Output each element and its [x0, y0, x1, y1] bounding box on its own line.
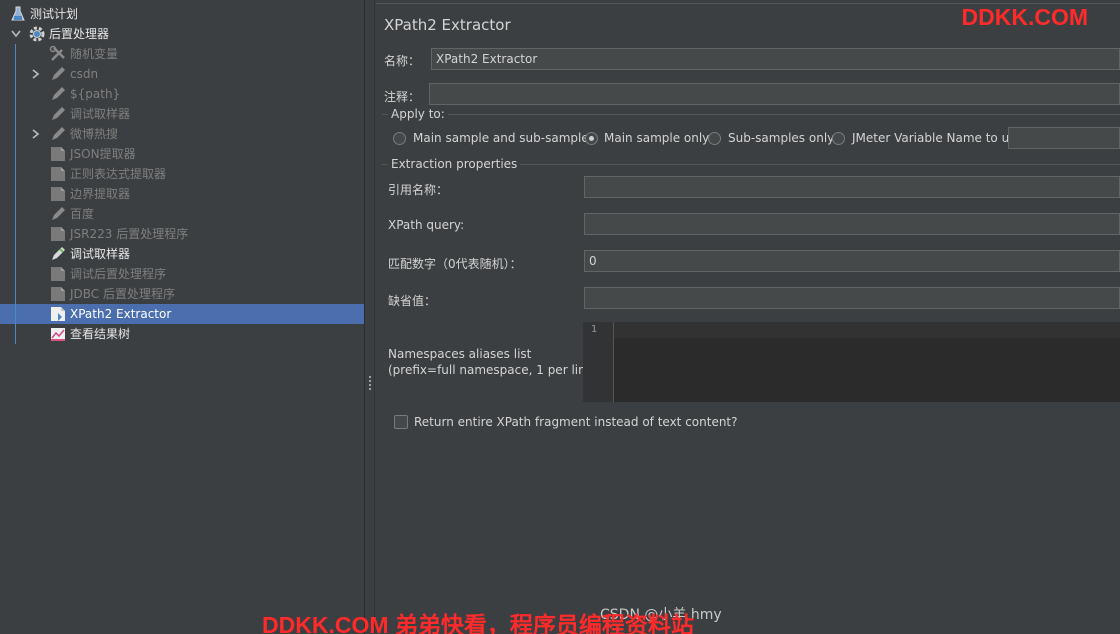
- tree-item-label: 边界提取器: [70, 187, 131, 201]
- tree-item[interactable]: JDBC 后置处理程序: [48, 284, 175, 304]
- gear-icon: [27, 24, 47, 44]
- tree-item-label: JSR223 后置处理程序: [70, 227, 189, 241]
- flask-icon: [8, 4, 28, 24]
- name-label: 名称：: [384, 54, 421, 68]
- chevron-down-icon[interactable]: [10, 28, 22, 40]
- xpath-query-label: XPath query:: [388, 218, 465, 232]
- apply-to-group-border: [382, 114, 1120, 115]
- tree-item-label: JSON提取器: [70, 147, 136, 161]
- tree-item-label: JDBC 后置处理程序: [70, 287, 175, 301]
- watermark-bottom: DDKK.COM 弟弟快看，程序员编程资料站: [262, 612, 694, 634]
- document-icon: [48, 144, 68, 164]
- radio-jmeter-variable[interactable]: [832, 132, 845, 145]
- comment-input[interactable]: [429, 83, 1120, 105]
- radio-sub-samples-only[interactable]: [708, 132, 721, 145]
- namespaces-label-line1: Namespaces aliases list: [388, 347, 532, 361]
- comment-label: 注释：: [384, 90, 421, 104]
- radio-label: Sub-samples only: [728, 131, 835, 145]
- namespaces-label-line2: (prefix=full namespace, 1 per line) :: [388, 363, 606, 377]
- chevron-right-icon[interactable]: [30, 128, 42, 140]
- line-number: 1: [591, 324, 598, 335]
- editor-current-line: [614, 322, 1120, 338]
- radio-main-and-sub-samples[interactable]: [393, 132, 406, 145]
- wrench-icon: [48, 44, 68, 64]
- name-input[interactable]: [431, 48, 1120, 70]
- document-icon: [48, 284, 68, 304]
- tree-item-selected[interactable]: XPath2 Extractor: [48, 304, 171, 324]
- ref-name-label: 引用名称：: [388, 183, 449, 197]
- tree-guide-line: [15, 44, 16, 344]
- document-icon: [48, 164, 68, 184]
- radio-main-sample-only[interactable]: [585, 132, 598, 145]
- tree-item[interactable]: ${path}: [48, 84, 120, 104]
- tree-item[interactable]: 百度: [48, 204, 94, 224]
- tree-item-label: 微博热搜: [70, 127, 119, 141]
- tree-item-label: 调试取样器: [70, 247, 131, 261]
- pencil-icon: [48, 244, 68, 264]
- document-icon: [48, 264, 68, 284]
- pencil-icon: [48, 124, 68, 144]
- return-fragment-checkbox[interactable]: [394, 415, 408, 429]
- tree-item-label: 查看结果树: [70, 327, 131, 341]
- pencil-icon: [48, 64, 68, 84]
- tree-item-label: 百度: [70, 207, 95, 221]
- xpath2-extractor-panel: XPath2 Extractor 名称： 注释： Apply to: Main …: [376, 0, 1120, 634]
- xpath-query-input[interactable]: [584, 213, 1120, 235]
- tree-item[interactable]: JSR223 后置处理程序: [48, 224, 188, 244]
- document-icon: [48, 304, 68, 324]
- tree-item[interactable]: 随机变量: [48, 44, 118, 64]
- tree-item-label: 随机变量: [70, 47, 119, 61]
- return-fragment-label: Return entire XPath fragment instead of …: [414, 415, 738, 429]
- chart-icon: [48, 324, 68, 344]
- tree-item-label: ${path}: [70, 87, 121, 101]
- tree-item[interactable]: 查看结果树: [48, 324, 130, 344]
- jmeter-variable-input[interactable]: [1008, 127, 1120, 149]
- tree-item[interactable]: 微博热搜: [48, 124, 118, 144]
- editor-gutter: 1: [583, 322, 614, 402]
- splitter-grip-icon: [369, 376, 371, 390]
- tree-item[interactable]: JSON提取器: [48, 144, 136, 164]
- pencil-icon: [48, 104, 68, 124]
- tree-node-label: 后置处理器: [49, 27, 110, 41]
- tree-item-label: csdn: [70, 67, 99, 81]
- ref-name-input[interactable]: [584, 176, 1120, 198]
- watermark-top: DDKK.COM: [961, 4, 1089, 30]
- tree-item[interactable]: 调试取样器: [48, 104, 130, 124]
- tree-item[interactable]: 调试后置处理程序: [48, 264, 166, 284]
- tree-item[interactable]: 调试取样器: [48, 244, 130, 264]
- tree-item[interactable]: 正则表达式提取器: [48, 164, 166, 184]
- document-icon: [48, 184, 68, 204]
- tree-node-post-processors[interactable]: 后置处理器: [27, 24, 109, 44]
- radio-label: Main sample and sub-samples: [413, 131, 595, 145]
- panel-title: XPath2 Extractor: [384, 16, 511, 34]
- match-number-input[interactable]: [584, 250, 1120, 272]
- tree-root-test-plan[interactable]: 测试计划: [8, 4, 78, 24]
- default-value-input[interactable]: [584, 287, 1120, 309]
- pencil-icon: [48, 204, 68, 224]
- radio-label: Main sample only: [604, 131, 710, 145]
- tree-item-label: 调试后置处理程序: [70, 267, 167, 281]
- divider: [374, 0, 375, 634]
- tree-root-label: 测试计划: [30, 7, 79, 21]
- namespaces-editor[interactable]: 1: [583, 322, 1120, 402]
- tree-item-label: 调试取样器: [70, 107, 131, 121]
- extraction-title: Extraction properties: [388, 157, 521, 171]
- pencil-icon: [48, 84, 68, 104]
- chevron-right-icon[interactable]: [30, 68, 42, 80]
- apply-to-title: Apply to:: [388, 107, 448, 121]
- tree-item-label: XPath2 Extractor: [70, 307, 172, 321]
- radio-label: JMeter Variable Name to use: [852, 131, 1023, 145]
- tree-item-label: 正则表达式提取器: [70, 167, 167, 181]
- tree-item[interactable]: csdn: [48, 64, 98, 84]
- tree-item[interactable]: 边界提取器: [48, 184, 130, 204]
- default-value-label: 缺省值：: [388, 294, 437, 308]
- document-icon: [48, 224, 68, 244]
- test-plan-tree: 测试计划 后置处理器 随机变量 csdn ${path} 调试取样器 微博热搜 …: [0, 0, 364, 634]
- jmeter-window: 测试计划 后置处理器 随机变量 csdn ${path} 调试取样器 微博热搜 …: [0, 0, 1120, 634]
- match-number-label: 匹配数字（0代表随机）：: [388, 257, 522, 271]
